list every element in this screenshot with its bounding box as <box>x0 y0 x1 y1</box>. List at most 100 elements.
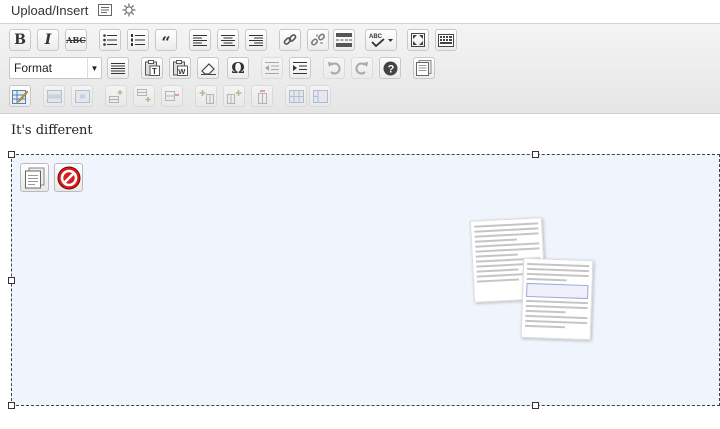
numbered-list-button[interactable] <box>127 29 149 51</box>
more-tag-button[interactable] <box>333 29 355 51</box>
align-center-icon <box>221 34 235 46</box>
numbered-list-icon <box>131 34 145 46</box>
paste-word-icon: W <box>172 60 188 76</box>
kitchen-sink-icon <box>438 33 454 47</box>
edit-table-icon <box>12 89 28 104</box>
strikethrough-icon: ABC <box>66 35 86 45</box>
bullet-list-button[interactable] <box>99 29 121 51</box>
upload-insert-bar: Upload/Insert <box>0 0 720 20</box>
kitchen-sink-button[interactable] <box>435 29 457 51</box>
toolbar-row-1: B I ABC “ ABC <box>9 29 709 53</box>
redo-button[interactable] <box>351 57 373 79</box>
row-properties-button[interactable] <box>43 85 65 107</box>
resize-handle-top-middle[interactable] <box>532 151 539 158</box>
delete-column-button[interactable] <box>251 85 273 107</box>
delete-icon <box>57 166 80 189</box>
resize-handle-bottom-left[interactable] <box>8 402 15 409</box>
unlink-icon <box>311 33 325 46</box>
delete-row-icon <box>164 91 179 101</box>
gallery-icon <box>24 167 44 188</box>
gallery-icon <box>416 60 432 76</box>
merge-cells-button[interactable] <box>309 85 331 107</box>
gallery-icon[interactable] <box>122 3 136 17</box>
svg-text:?: ? <box>387 63 394 75</box>
format-select-value: Format <box>14 61 53 75</box>
undo-button[interactable] <box>323 57 345 79</box>
split-cells-icon <box>288 89 304 103</box>
svg-text:W: W <box>178 67 186 76</box>
delete-row-button[interactable] <box>161 85 183 107</box>
justify-icon <box>111 62 125 74</box>
edit-table-button[interactable] <box>9 85 31 107</box>
align-left-button[interactable] <box>189 29 211 51</box>
insert-column-after-button[interactable] <box>223 85 245 107</box>
cell-properties-icon <box>74 89 90 103</box>
bold-icon: B <box>14 32 26 48</box>
link-icon <box>283 34 297 45</box>
gallery-button[interactable] <box>413 57 435 79</box>
toolbar-row-2: Format ▼ T W Ω ? <box>9 57 709 81</box>
strikethrough-button[interactable]: ABC <box>65 29 87 51</box>
eraser-icon <box>200 62 216 75</box>
row-properties-icon <box>46 89 62 103</box>
resize-handle-bottom-middle[interactable] <box>532 402 539 409</box>
insert-column-before-button[interactable] <box>195 85 217 107</box>
media-icon[interactable] <box>98 4 113 16</box>
delete-column-icon <box>257 89 267 104</box>
insert-column-after-icon <box>226 89 241 104</box>
insert-row-after-button[interactable] <box>133 85 155 107</box>
edit-gallery-button[interactable] <box>20 163 49 192</box>
redo-icon <box>355 62 368 75</box>
outdent-button[interactable] <box>261 57 283 79</box>
outdent-icon <box>265 62 279 74</box>
bold-button[interactable]: B <box>9 29 31 51</box>
split-cells-button[interactable] <box>285 85 307 107</box>
resize-handle-middle-left[interactable] <box>8 277 15 284</box>
indent-icon <box>293 62 307 74</box>
more-tag-icon <box>336 33 352 47</box>
align-left-icon <box>193 34 207 46</box>
insert-row-before-icon <box>108 90 122 103</box>
fullscreen-button[interactable] <box>407 29 429 51</box>
align-right-icon <box>249 34 263 46</box>
gallery-placeholder[interactable] <box>8 151 720 409</box>
paste-text-icon: T <box>144 60 160 76</box>
spellcheck-icon: ABC <box>369 34 393 48</box>
spellcheck-button[interactable]: ABC <box>365 29 397 51</box>
paste-word-button[interactable]: W <box>169 57 191 79</box>
special-character-button[interactable]: Ω <box>227 57 249 79</box>
merge-cells-icon <box>312 89 328 103</box>
align-right-button[interactable] <box>245 29 267 51</box>
delete-gallery-button[interactable] <box>54 163 83 192</box>
blockquote-icon: “ <box>161 32 171 52</box>
bullet-list-icon <box>103 34 117 46</box>
fullscreen-icon <box>411 33 425 47</box>
insert-row-after-icon <box>136 89 150 102</box>
upload-insert-label: Upload/Insert <box>11 2 89 18</box>
indent-button[interactable] <box>289 57 311 79</box>
gallery-preview-image <box>469 217 602 344</box>
unlink-button[interactable] <box>307 29 329 51</box>
help-button[interactable]: ? <box>379 57 401 79</box>
insert-row-before-button[interactable] <box>105 85 127 107</box>
align-center-button[interactable] <box>217 29 239 51</box>
editor-paragraph[interactable]: It's different <box>11 123 93 138</box>
italic-icon: I <box>44 32 52 48</box>
blockquote-button[interactable]: “ <box>155 29 177 51</box>
undo-icon <box>328 62 341 75</box>
insert-column-before-icon <box>199 89 214 104</box>
resize-handle-top-left[interactable] <box>8 151 15 158</box>
clear-formatting-button[interactable] <box>197 57 219 79</box>
cell-properties-button[interactable] <box>71 85 93 107</box>
insert-link-button[interactable] <box>279 29 301 51</box>
svg-text:ABC: ABC <box>369 34 383 40</box>
omega-icon: Ω <box>231 59 245 77</box>
format-select[interactable]: Format ▼ <box>9 57 102 79</box>
chevron-down-icon: ▼ <box>87 58 101 78</box>
editor-toolbar: B I ABC “ ABC Format ▼ T W Ω ? <box>0 23 720 114</box>
justify-button[interactable] <box>107 57 129 79</box>
help-icon: ? <box>383 61 397 75</box>
italic-button[interactable]: I <box>37 29 59 51</box>
svg-text:T: T <box>152 67 157 76</box>
paste-text-button[interactable]: T <box>141 57 163 79</box>
